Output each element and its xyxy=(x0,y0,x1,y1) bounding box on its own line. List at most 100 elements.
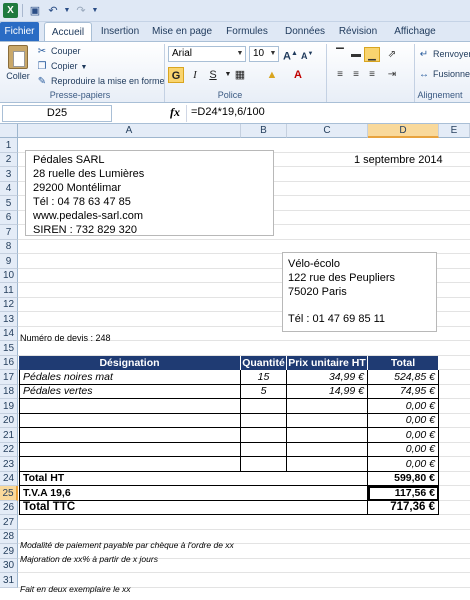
row-header[interactable]: 30 xyxy=(0,559,18,573)
table-cell[interactable] xyxy=(287,414,368,428)
total-label[interactable]: Total TTC xyxy=(19,501,368,515)
row-header[interactable]: 10 xyxy=(0,269,18,283)
row-header[interactable]: 13 xyxy=(0,312,18,327)
indent-icon[interactable]: ⇥ xyxy=(384,67,400,82)
row-header[interactable]: 27 xyxy=(0,515,18,530)
tab-fichier[interactable]: Fichier xyxy=(0,22,39,41)
row-header[interactable]: 22 xyxy=(0,443,18,457)
tab-mise-en-page[interactable]: Mise en page xyxy=(150,22,214,41)
table-cell[interactable] xyxy=(19,443,241,457)
formula-input[interactable]: =D24*19,6/100 xyxy=(186,105,468,122)
align-right-icon[interactable]: ≡ xyxy=(364,67,380,82)
table-cell[interactable] xyxy=(241,428,287,443)
table-cell[interactable]: 0,00 € xyxy=(368,457,439,472)
column-header-e[interactable]: E xyxy=(439,124,470,138)
row-header[interactable]: 4 xyxy=(0,182,18,196)
customize-dropdown-icon[interactable]: ▼ xyxy=(88,4,102,18)
fill-color-icon[interactable]: ▲ xyxy=(264,67,280,83)
row-header[interactable]: 2 xyxy=(0,153,18,167)
column-header-d[interactable]: D xyxy=(368,124,439,138)
font-color-icon[interactable]: A xyxy=(290,67,306,83)
row-header[interactable]: 18 xyxy=(0,385,18,399)
shrink-font-button[interactable]: A▼ xyxy=(301,47,313,61)
undo-icon[interactable]: ↶ xyxy=(46,4,60,18)
table-cell[interactable]: 5 xyxy=(241,385,287,399)
table-cell[interactable] xyxy=(287,399,368,414)
row-header[interactable]: 19 xyxy=(0,399,18,414)
total-label[interactable]: T.V.A 19,6 xyxy=(19,486,368,501)
font-size-select[interactable]: 10 ▼ xyxy=(249,46,279,62)
table-header-cell[interactable]: Prix unitaire HT xyxy=(287,356,368,370)
table-cell[interactable] xyxy=(287,457,368,472)
column-header-b[interactable]: B xyxy=(241,124,287,138)
undo-dropdown-icon[interactable]: ▼ xyxy=(60,4,74,18)
row-header[interactable]: 9 xyxy=(0,254,18,269)
orientation-icon[interactable]: ⇗ xyxy=(384,47,400,62)
row-header[interactable]: 23 xyxy=(0,457,18,472)
row-header[interactable]: 16 xyxy=(0,356,18,370)
row-header[interactable]: 3 xyxy=(0,167,18,182)
row-header[interactable]: 14 xyxy=(0,327,18,341)
row-header[interactable]: 21 xyxy=(0,428,18,443)
font-name-select[interactable]: Arial ▼ xyxy=(168,46,246,62)
row-header[interactable]: 5 xyxy=(0,196,18,211)
row-header[interactable]: 24 xyxy=(0,472,18,486)
table-cell[interactable] xyxy=(241,457,287,472)
table-cell[interactable] xyxy=(19,414,241,428)
format-painter-button[interactable]: ✎ Reproduire la mise en forme xyxy=(36,74,165,88)
table-cell[interactable] xyxy=(19,428,241,443)
border-icon[interactable]: ▦ xyxy=(232,67,248,83)
name-box[interactable]: D25 xyxy=(2,105,112,122)
row-header[interactable]: 6 xyxy=(0,211,18,225)
table-cell[interactable] xyxy=(19,457,241,472)
excel-icon[interactable]: X xyxy=(3,3,18,18)
align-bottom-icon[interactable]: ▁ xyxy=(364,47,380,62)
wrap-text-button[interactable]: ↵ Renvoyer xyxy=(418,47,470,61)
tab-accueil[interactable]: Accueil xyxy=(44,22,92,41)
table-cell[interactable]: 14,99 € xyxy=(287,385,368,399)
table-header-cell[interactable]: Total xyxy=(368,356,439,370)
tab-insertion[interactable]: Insertion xyxy=(96,22,144,41)
row-header[interactable]: 1 xyxy=(0,138,18,153)
tab-donnees[interactable]: Données xyxy=(278,22,332,41)
selected-cell[interactable]: 117,56 € xyxy=(368,486,439,501)
row-header[interactable]: 15 xyxy=(0,341,18,356)
total-value[interactable]: 717,36 € xyxy=(368,501,439,515)
table-cell[interactable] xyxy=(287,428,368,443)
row-header[interactable]: 26 xyxy=(0,501,18,515)
cut-button[interactable]: ✂ Couper xyxy=(36,44,81,58)
align-middle-icon[interactable]: ▬ xyxy=(348,47,364,62)
row-header[interactable]: 20 xyxy=(0,414,18,428)
function-icon[interactable]: fx xyxy=(170,105,180,120)
row-header[interactable]: 17 xyxy=(0,370,18,385)
table-cell[interactable]: 0,00 € xyxy=(368,414,439,428)
italic-button[interactable]: I xyxy=(187,67,203,83)
table-cell[interactable] xyxy=(19,399,241,414)
grow-font-button[interactable]: A▲ xyxy=(283,47,298,63)
table-cell[interactable]: Pédales noires mat xyxy=(19,370,241,385)
table-header-cell[interactable]: Désignation xyxy=(19,356,241,370)
select-all-corner[interactable] xyxy=(0,124,18,138)
table-header-cell[interactable]: Quantité xyxy=(241,356,287,370)
table-cell[interactable] xyxy=(241,443,287,457)
row-header[interactable]: 25 xyxy=(0,486,18,501)
tab-formules[interactable]: Formules xyxy=(220,22,274,41)
table-cell[interactable] xyxy=(241,399,287,414)
save-icon[interactable]: ▣ xyxy=(28,4,42,18)
underline-button[interactable]: S xyxy=(205,67,221,83)
table-cell[interactable]: 34,99 € xyxy=(287,370,368,385)
row-header[interactable]: 11 xyxy=(0,283,18,298)
tab-affichage[interactable]: Affichage xyxy=(386,22,444,41)
row-header[interactable]: 8 xyxy=(0,240,18,254)
table-cell[interactable] xyxy=(287,443,368,457)
tab-revision[interactable]: Révision xyxy=(332,22,384,41)
table-cell[interactable]: 0,00 € xyxy=(368,443,439,457)
copy-button[interactable]: ❐ Copier ▼ xyxy=(36,59,88,73)
column-header-a[interactable]: A xyxy=(18,124,241,138)
row-header[interactable]: 29 xyxy=(0,544,18,559)
row-header[interactable]: 31 xyxy=(0,573,18,588)
align-top-icon[interactable]: ▔ xyxy=(332,47,348,62)
table-cell[interactable] xyxy=(241,414,287,428)
align-center-icon[interactable]: ≡ xyxy=(348,67,364,82)
paste-button[interactable]: Coller xyxy=(4,45,32,89)
